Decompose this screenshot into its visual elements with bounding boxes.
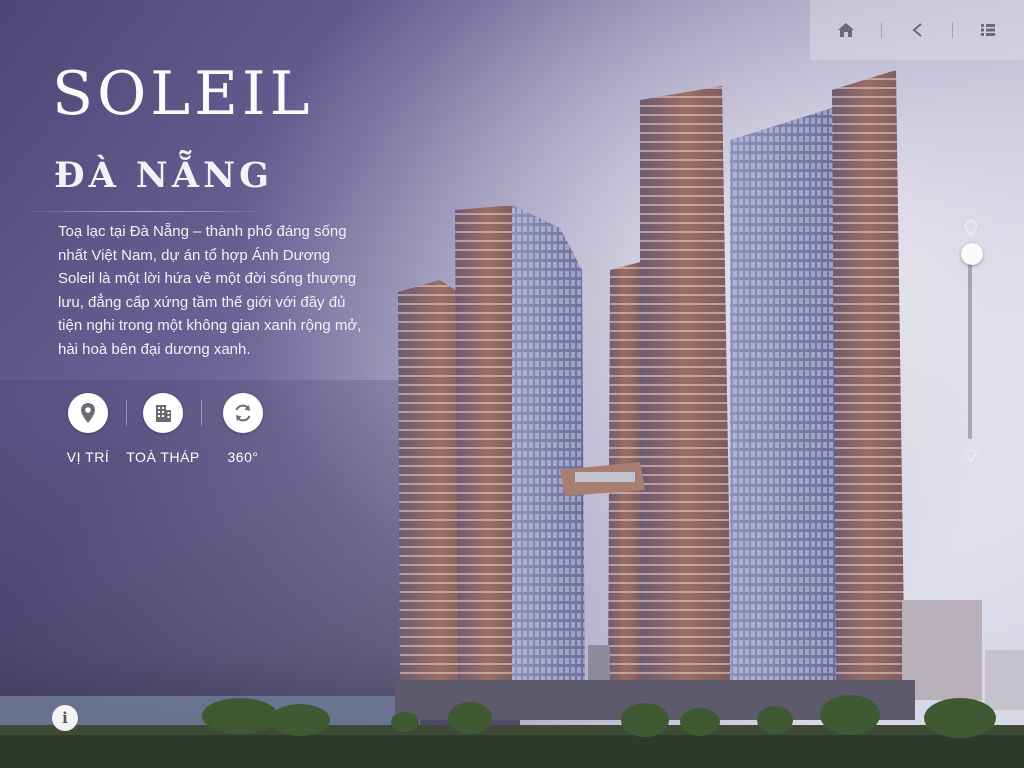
building-icon xyxy=(156,405,171,422)
bulb-off-icon xyxy=(964,220,978,237)
top-navigation-bar xyxy=(810,0,1024,60)
home-button[interactable] xyxy=(810,0,881,60)
tower-label: TOÀ THÁP xyxy=(126,449,200,465)
view-360-button[interactable]: 360° xyxy=(223,393,263,465)
back-icon xyxy=(911,23,922,37)
location-button[interactable]: VỊ TRÍ xyxy=(67,393,109,465)
action-divider xyxy=(201,400,202,426)
menu-button[interactable] xyxy=(952,0,1023,60)
back-button[interactable] xyxy=(881,0,952,60)
tower-button-circle[interactable] xyxy=(143,393,183,433)
rotate-icon xyxy=(235,404,251,422)
location-label: VỊ TRÍ xyxy=(66,449,110,465)
page-title: SOLEIL xyxy=(52,59,314,129)
tower-button[interactable]: TOÀ THÁP xyxy=(126,393,199,465)
action-divider xyxy=(126,400,127,426)
light-slider-track[interactable] xyxy=(968,243,972,439)
page-subtitle: ĐÀ NẴNG xyxy=(54,155,273,196)
info-button[interactable]: i xyxy=(52,705,78,731)
light-slider-thumb[interactable] xyxy=(961,243,983,265)
location-pin-icon xyxy=(81,403,95,423)
project-description: Toạ lạc tại Đà Nẵng – thành phố đáng sốn… xyxy=(58,223,362,358)
view-360-label: 360° xyxy=(227,449,259,465)
bulb-on-icon xyxy=(963,446,979,463)
location-button-circle[interactable] xyxy=(68,393,108,433)
home-icon xyxy=(837,23,854,37)
title-divider xyxy=(30,211,260,212)
menu-list-icon xyxy=(980,24,995,36)
view-360-button-circle[interactable] xyxy=(223,393,263,433)
